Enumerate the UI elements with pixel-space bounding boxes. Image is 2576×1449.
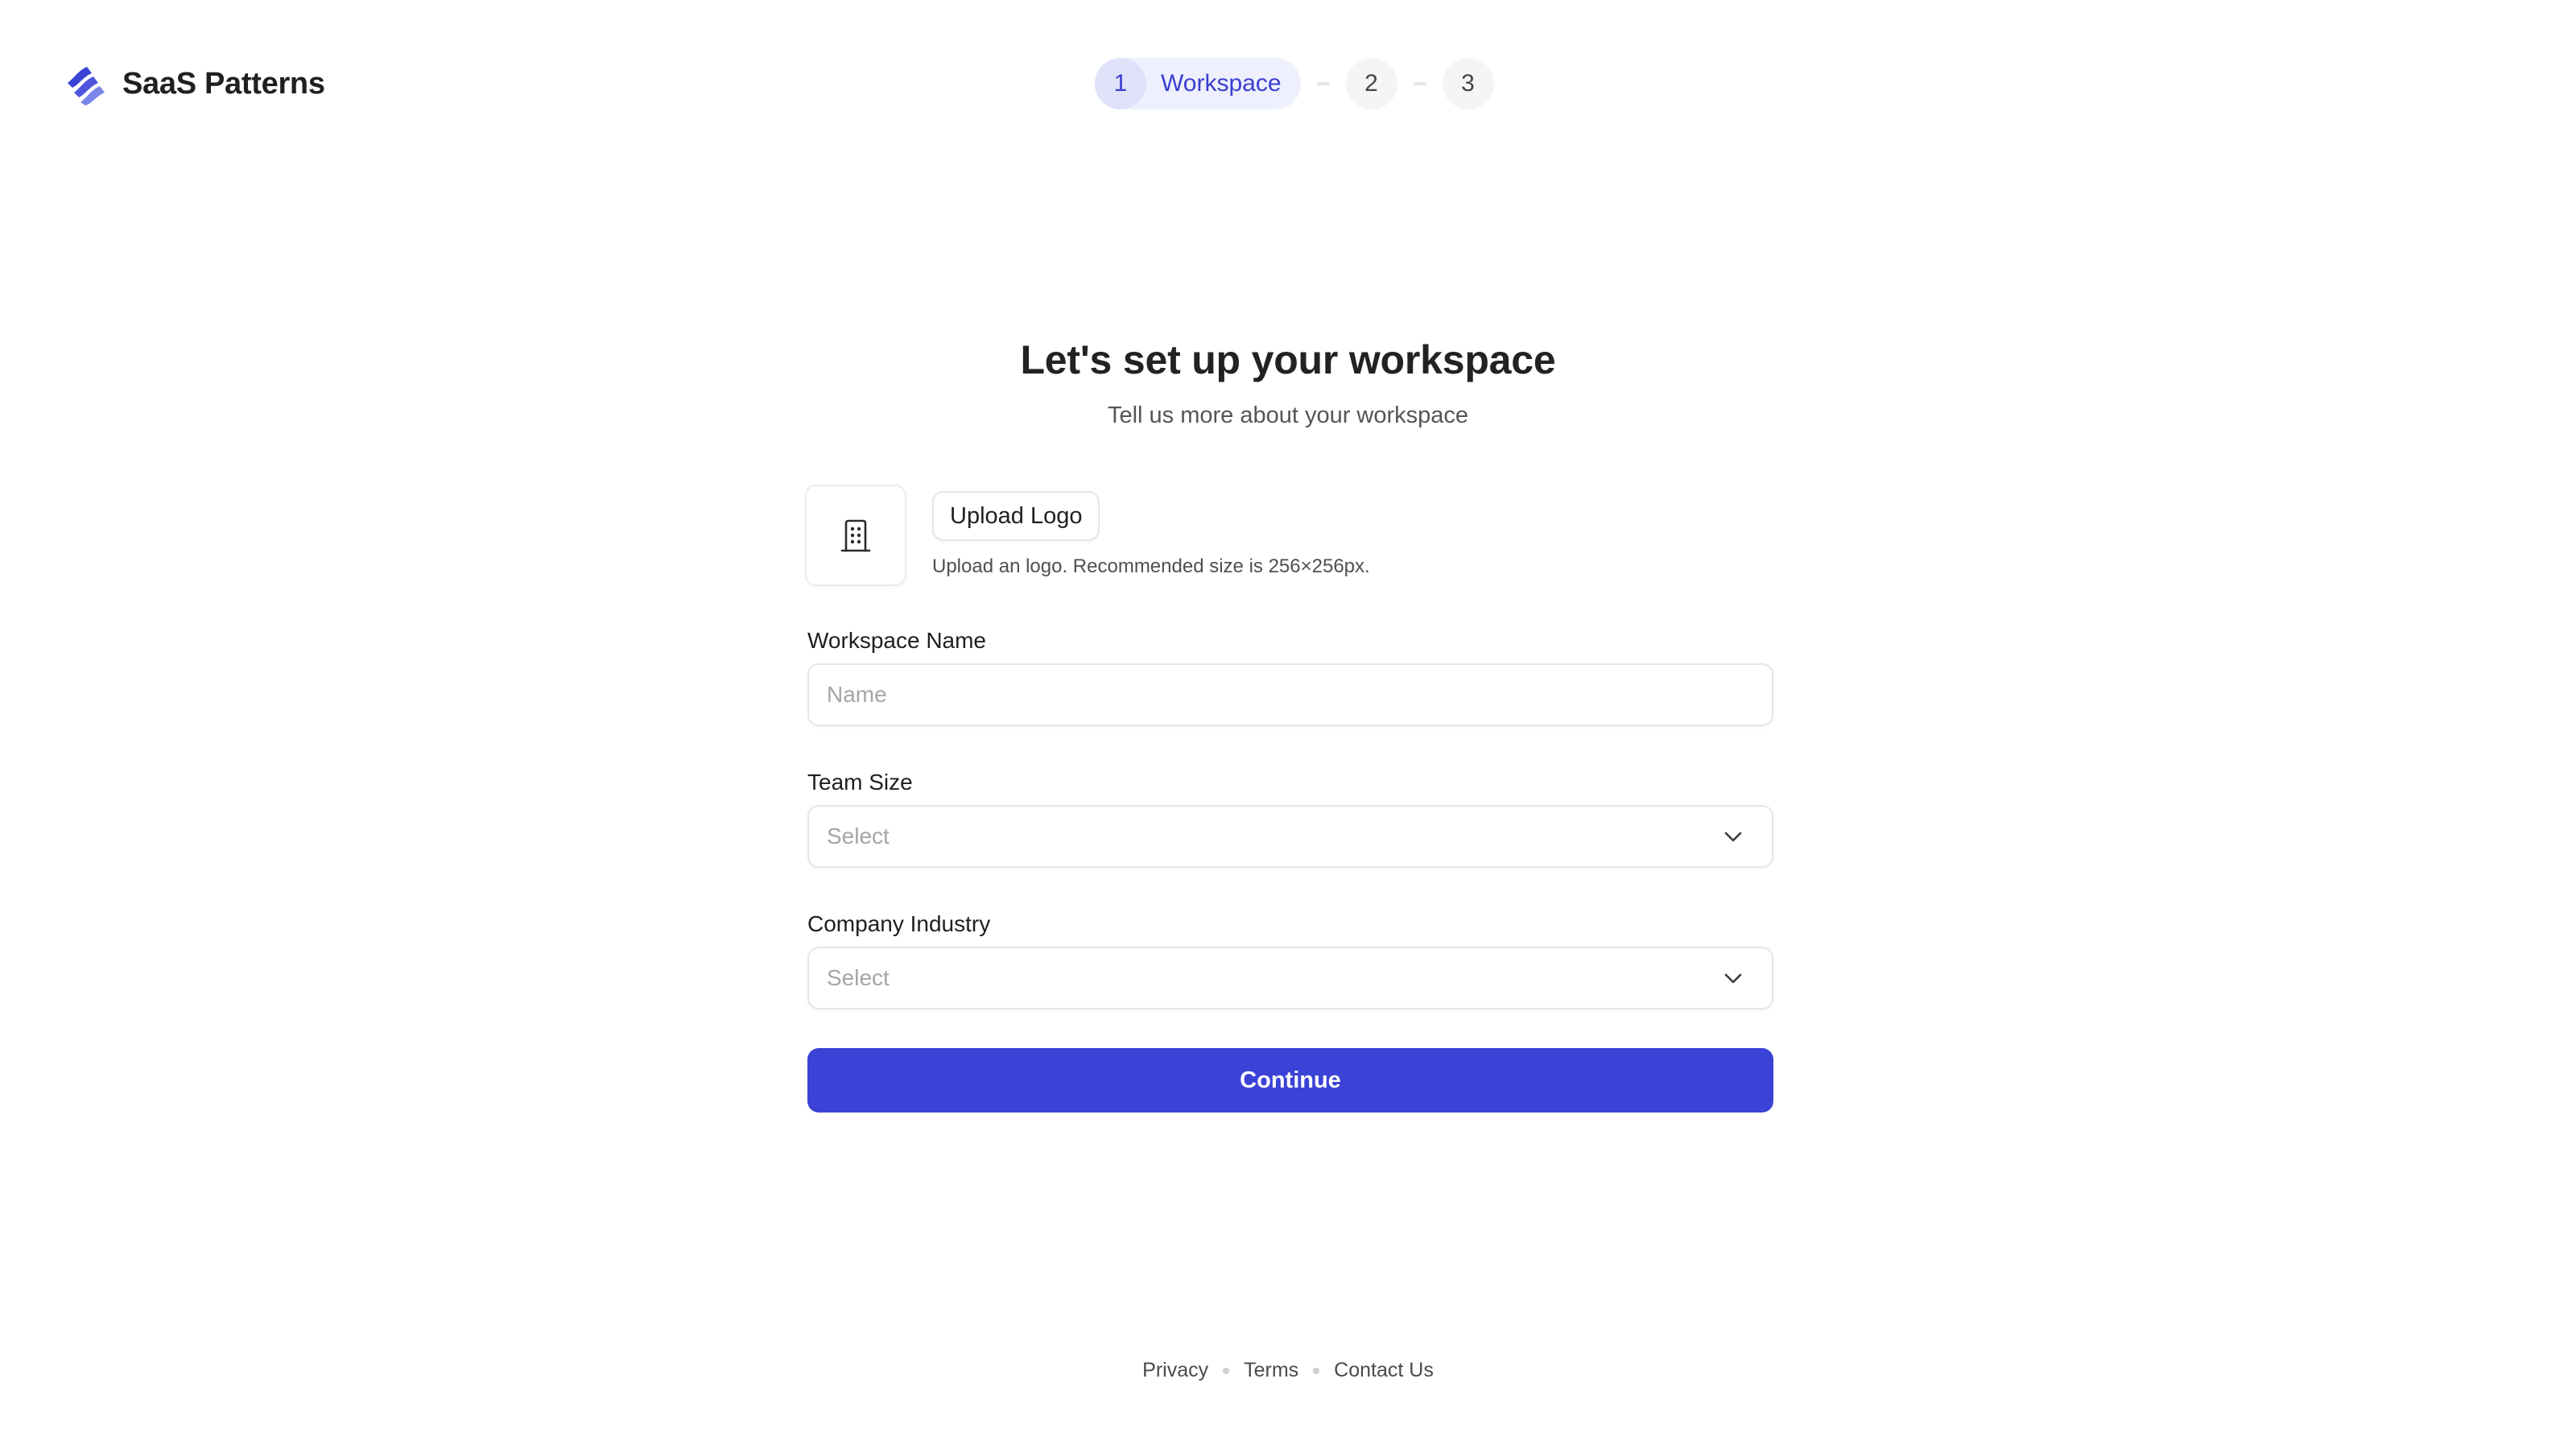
page-title: Let's set up your workspace — [1020, 337, 1556, 382]
brand-name: SaaS Patterns — [122, 66, 325, 101]
workspace-form: Upload Logo Upload an logo. Recommended … — [805, 485, 1773, 1113]
building-icon — [840, 519, 871, 552]
continue-button[interactable]: Continue — [807, 1048, 1773, 1113]
footer-separator — [1223, 1367, 1230, 1374]
footer-link-privacy[interactable]: Privacy — [1142, 1359, 1208, 1382]
logo-upload-row: Upload Logo Upload an logo. Recommended … — [805, 485, 1773, 586]
team-size-select[interactable]: Select — [807, 805, 1773, 868]
chevron-down-icon — [1724, 973, 1742, 984]
page-subtitle: Tell us more about your workspace — [1107, 402, 1469, 428]
company-industry-placeholder: Select — [827, 965, 890, 990]
step-label: Workspace — [1161, 70, 1282, 97]
footer-link-terms[interactable]: Terms — [1244, 1359, 1298, 1382]
upload-logo-button[interactable]: Upload Logo — [932, 491, 1100, 541]
onboarding-stepper: 1 Workspace 2 3 — [1095, 58, 1494, 109]
brand[interactable]: SaaS Patterns — [63, 58, 325, 109]
step-separator — [1316, 82, 1330, 85]
chevron-down-icon — [1724, 832, 1742, 842]
workspace-name-input[interactable] — [807, 663, 1773, 726]
company-industry-label: Company Industry — [807, 911, 991, 936]
footer: Privacy Terms Contact Us — [0, 1359, 2576, 1382]
footer-separator — [1313, 1367, 1320, 1374]
step-1-workspace[interactable]: 1 Workspace — [1095, 58, 1301, 109]
team-size-label: Team Size — [807, 770, 913, 795]
upload-helper-text: Upload an logo. Recommended size is 256×… — [932, 555, 1370, 577]
step-2[interactable]: 2 — [1345, 58, 1397, 109]
step-number: 1 — [1095, 58, 1146, 109]
workspace-name-label: Workspace Name — [807, 628, 987, 653]
footer-link-contact[interactable]: Contact Us — [1334, 1359, 1434, 1382]
step-3[interactable]: 3 — [1442, 58, 1494, 109]
company-industry-select[interactable]: Select — [807, 947, 1773, 1009]
logo-preview[interactable] — [805, 485, 906, 586]
team-size-placeholder: Select — [827, 824, 890, 848]
brand-logo-icon — [68, 67, 105, 105]
step-separator — [1413, 82, 1426, 85]
